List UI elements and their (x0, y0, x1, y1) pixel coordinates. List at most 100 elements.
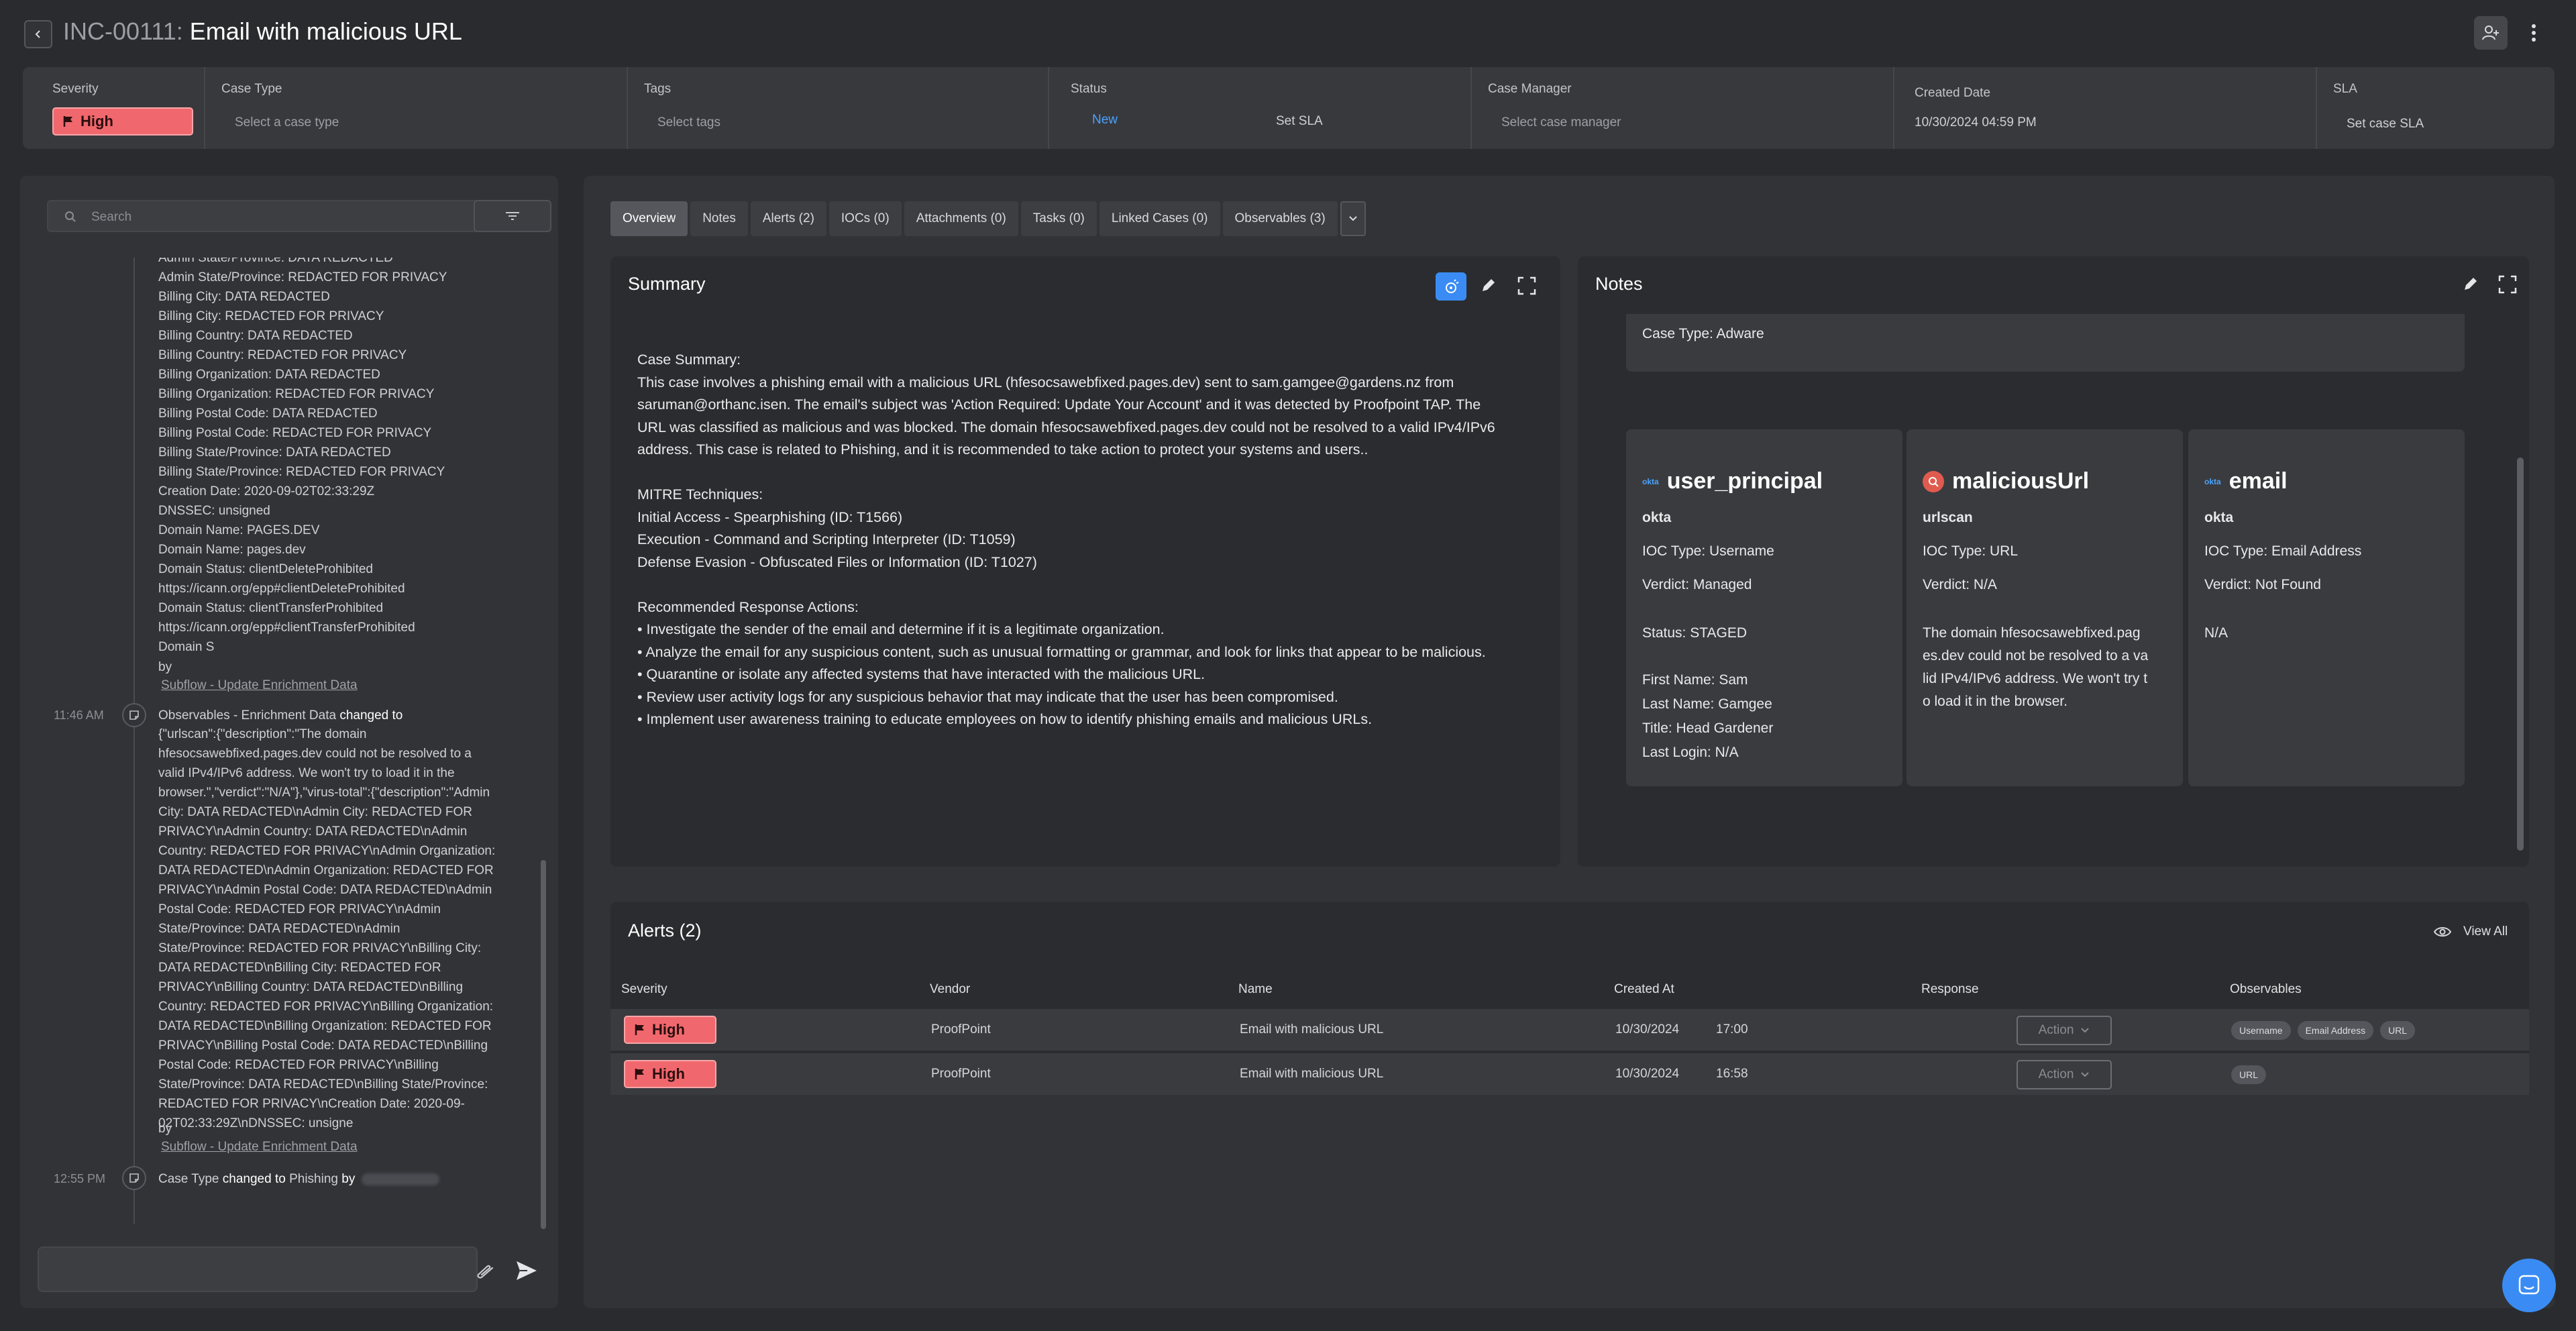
activity-line: Billing State/Province: DATA REDACTED (158, 445, 391, 460)
ai-assistant-button[interactable] (1436, 272, 1466, 301)
subflow-link-1[interactable]: Subflow - Update Enrichment Data (161, 678, 358, 693)
status-field[interactable]: Status New Set SLA (1048, 67, 1470, 149)
ioc-verdict: Verdict: Not Found (2204, 577, 2321, 592)
action-dropdown[interactable]: Action (2017, 1016, 2112, 1045)
attach-button[interactable] (474, 1263, 496, 1280)
case-type-select[interactable]: Select a case type (235, 115, 339, 130)
tab-alerts[interactable]: Alerts (2) (750, 201, 826, 236)
back-button[interactable] (24, 20, 52, 48)
entry3-changed: changed to (222, 1172, 286, 1186)
case-type-field[interactable]: Case Type Select a case type (204, 67, 627, 149)
activity-line: REDACTED FOR PRIVACY\nCreation Date: 202… (158, 1097, 465, 1111)
created-date-label: Created Date (1915, 86, 1991, 100)
chevron-down-icon (2081, 1028, 2090, 1033)
tab-attachments[interactable]: Attachments (0) (904, 201, 1018, 236)
notes-scrollbar[interactable] (2517, 458, 2524, 851)
tab-observables[interactable]: Observables (3) (1222, 201, 1338, 236)
tags-field[interactable]: Tags Select tags (627, 67, 1048, 149)
summary-line: • Analyze the email for any suspicious c… (637, 643, 1486, 660)
tabs-overflow-button[interactable] (1340, 201, 1366, 236)
assign-user-button[interactable] (2474, 16, 2508, 50)
chat-icon (2518, 1275, 2540, 1295)
activity-search-input[interactable]: Search (47, 200, 483, 232)
activity-line: Billing Organization: DATA REDACTED (158, 368, 380, 382)
table-row[interactable]: High ProofPoint Email with malicious URL… (610, 1052, 2529, 1095)
table-row[interactable]: High ProofPoint Email with malicious URL… (610, 1008, 2529, 1051)
summary-line: • Implement user awareness training to e… (637, 711, 1373, 727)
case-manager-select[interactable]: Select case manager (1501, 115, 1621, 130)
eye-icon (2434, 927, 2451, 937)
action-dropdown[interactable]: Action (2017, 1060, 2112, 1089)
activity-line: Billing Postal Code: REDACTED FOR PRIVAC… (158, 426, 432, 440)
activity-scrollbar[interactable] (541, 860, 546, 1229)
observable-chip[interactable]: Email Address (2297, 1021, 2374, 1040)
chat-launcher-button[interactable] (2502, 1259, 2556, 1312)
subflow-link-2[interactable]: Subflow - Update Enrichment Data (161, 1140, 358, 1155)
edit-summary-button[interactable] (1480, 276, 1497, 294)
name-cell[interactable]: Email with malicious URL (1240, 1022, 1383, 1037)
tab-overview[interactable]: Overview (610, 201, 688, 236)
ioc-source: okta (1642, 510, 1672, 525)
summary-line: MITRE Techniques: (637, 486, 763, 502)
observable-chip[interactable]: URL (2231, 1065, 2267, 1084)
severity-selector[interactable]: High (52, 107, 193, 136)
activity-line: Postal Code: REDACTED FOR PRIVACY\nAdmin (158, 902, 441, 916)
sla-field[interactable]: SLA Set case SLA (2316, 67, 2555, 149)
activity-line: Billing Country: DATA REDACTED (158, 329, 353, 343)
edit-notes-button[interactable] (2462, 275, 2479, 292)
activity-line: City: DATA REDACTED\nAdmin City: REDACTE… (158, 805, 473, 819)
observable-chip[interactable]: URL (2380, 1021, 2416, 1040)
note-case-type: Case Type: Adware (1642, 326, 1764, 341)
ioc-detail: First Name: Sam (1642, 672, 1748, 688)
vendor-cell: ProofPoint (931, 1067, 991, 1081)
date-cell: 10/30/2024 (1615, 1067, 1680, 1081)
date-cell: 10/30/2024 (1615, 1022, 1680, 1036)
activity-line: https://icann.org/epp#clientTransferProh… (158, 621, 415, 635)
entry3-by: by (341, 1172, 356, 1186)
ioc-source: okta (2204, 510, 2234, 525)
timeline-line (133, 258, 135, 1224)
send-button[interactable] (515, 1260, 538, 1281)
activity-line: Admin State/Province: REDACTED FOR PRIVA… (158, 270, 447, 284)
alerts-title: Alerts (2) (628, 920, 702, 941)
ioc-type: IOC Type: Username (1642, 543, 1774, 559)
name-cell[interactable]: Email with malicious URL (1240, 1067, 1383, 1081)
view-all-label: View All (2463, 924, 2508, 939)
more-menu-button[interactable] (2517, 16, 2551, 50)
col-response: Response (1921, 982, 1979, 996)
comment-input[interactable] (38, 1246, 478, 1292)
severity-text: High (652, 1021, 685, 1038)
summary-line: saruman@orthanc.isen. The email's subjec… (637, 396, 1481, 413)
status-value[interactable]: New (1092, 113, 1118, 127)
activity-line: Domain S (158, 640, 215, 654)
case-manager-field[interactable]: Case Manager Select case manager (1470, 67, 1893, 149)
tab-iocs[interactable]: IOCs (0) (828, 201, 902, 236)
set-case-sla-button[interactable]: Set case SLA (2347, 117, 2424, 131)
activity-line: Billing State/Province: REDACTED FOR PRI… (158, 465, 445, 479)
activity-line: DNSSEC: unsigned (158, 504, 270, 518)
entry3-time: 12:55 PM (54, 1172, 106, 1185)
ioc-type: IOC Type: Email Address (2204, 543, 2362, 559)
ioc-status: Status: STAGED (1642, 625, 1747, 641)
expand-summary-button[interactable] (1517, 276, 1536, 295)
expand-notes-button[interactable] (2498, 275, 2517, 294)
alerts-table-header: Severity Vendor Name Created At Response… (610, 971, 2529, 1008)
summary-line: Defense Evasion - Obfuscated Files or In… (637, 553, 1037, 570)
tags-select[interactable]: Select tags (657, 115, 720, 130)
observables-chips: URL (2231, 1065, 2267, 1084)
ioc-detail: N/A (2204, 625, 2229, 641)
alerts-card: Alerts (2) View All Severity Vendor Name… (610, 902, 2529, 1095)
observable-chip[interactable]: Username (2231, 1021, 2291, 1040)
tab-linked-cases[interactable]: Linked Cases (0) (1099, 201, 1220, 236)
tab-tasks[interactable]: Tasks (0) (1020, 201, 1097, 236)
activity-line: Postal Code: REDACTED FOR PRIVACY\nBilli… (158, 1058, 439, 1072)
created-date-value: 10/30/2024 04:59 PM (1915, 115, 2037, 129)
entry2-header: Observables - Enrichment Data changed to (158, 708, 402, 723)
view-all-button[interactable]: View All (2434, 924, 2508, 939)
chevron-down-icon (1348, 216, 1357, 221)
note-entry: Case Type: Adware (1626, 314, 2465, 372)
filter-button[interactable] (474, 200, 551, 232)
tab-notes[interactable]: Notes (690, 201, 748, 236)
set-sla-button[interactable]: Set SLA (1276, 114, 1323, 129)
ioc-detail: o load it in the browser. (1923, 694, 2068, 709)
